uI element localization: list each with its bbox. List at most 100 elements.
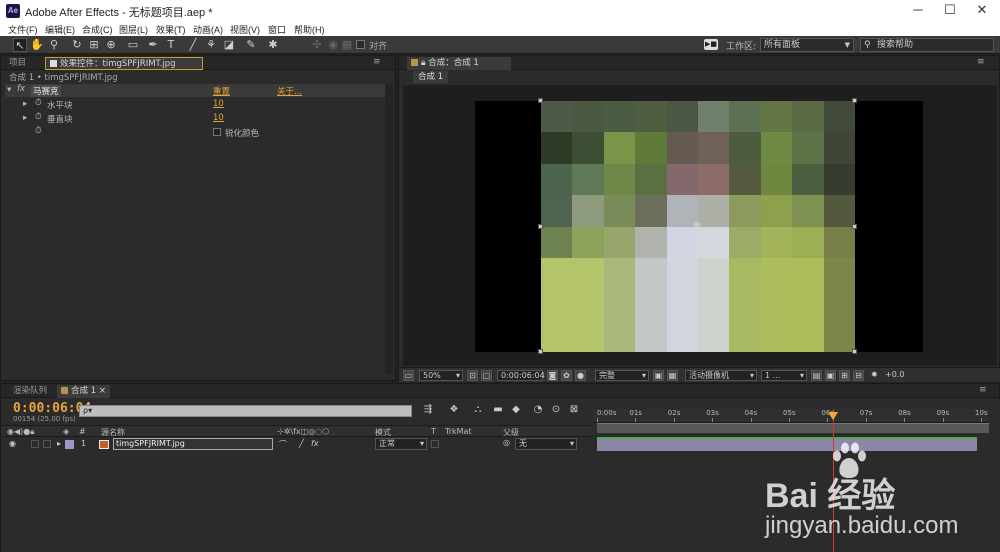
axis-local-icon[interactable]: ✣ [310, 38, 324, 52]
frame-blending-icon[interactable]: ▬ [491, 404, 505, 416]
quality-switch-icon[interactable]: ╱ [299, 439, 304, 448]
effect-switch[interactable]: fx [311, 439, 319, 448]
about-link[interactable]: 关于... [277, 85, 302, 97]
region-of-interest-icon[interactable]: ▣ [653, 370, 664, 381]
brainstorm-icon[interactable]: ⊙ [549, 404, 563, 416]
comp-name-chip[interactable]: 合成 1 [413, 71, 449, 83]
zoom-select[interactable]: 50% ▾ [419, 370, 463, 381]
stopwatch-icon[interactable]: ⏱ [35, 98, 42, 108]
rectangle-tool-icon[interactable]: ▭ [126, 38, 140, 52]
timeline-icon[interactable]: ⊞ [839, 370, 850, 381]
parent-select[interactable]: 无 ▾ [515, 438, 577, 450]
exposure-value[interactable]: +0.0 [885, 370, 904, 381]
label-color-swatch[interactable] [65, 440, 74, 449]
tab-render-queue[interactable]: 渲染队列 [9, 385, 51, 398]
close-tab-icon[interactable]: × [99, 386, 106, 396]
tab-effect-controls[interactable]: 效果控件：timgSPFJRIMT.jpg [45, 57, 203, 70]
views-select[interactable]: 1 ... ▾ [761, 370, 807, 381]
roto-brush-tool-icon[interactable]: ✎ [244, 38, 258, 52]
panel-menu-icon[interactable]: ≡ [977, 57, 985, 67]
eraser-tool-icon[interactable]: ◪ [222, 38, 236, 52]
prop-value[interactable]: 10 [213, 113, 224, 123]
minimize-button[interactable]: ─ [904, 1, 932, 21]
reset-link[interactable]: 重置 [213, 85, 230, 97]
stopwatch-icon[interactable]: ⏱ [35, 126, 42, 136]
snap-checkbox[interactable] [356, 40, 365, 49]
camera-tool-icon[interactable]: ⊞ [87, 38, 101, 52]
menu-layer[interactable]: 图层(L) [119, 23, 148, 36]
motion-blur-icon[interactable]: ◆ [509, 404, 523, 416]
fx-badge[interactable]: fx [17, 84, 25, 94]
axis-view-icon[interactable]: ▦ [340, 38, 354, 52]
menu-effect[interactable]: 效果(T) [156, 23, 186, 36]
show-snapshot-icon[interactable]: ✿ [561, 370, 572, 381]
audio-toggle[interactable] [31, 440, 39, 448]
fast-previews-icon[interactable]: ▣ [825, 370, 836, 381]
rotation-tool-icon[interactable]: ↻ [70, 38, 84, 52]
toggle-pixel-aspect-icon[interactable]: ▤ [811, 370, 822, 381]
transform-handle[interactable] [538, 98, 543, 103]
collapse-arrow-icon[interactable]: ▾ [7, 85, 11, 95]
pick-whip-icon[interactable]: ◎ [503, 438, 510, 447]
effect-panel-scrollbar[interactable] [385, 84, 393, 374]
maximize-button[interactable]: ☐ [936, 1, 964, 21]
preserve-transparency-toggle[interactable] [431, 440, 439, 448]
exposure-icon[interactable]: ✹ [871, 370, 878, 381]
expand-arrow-icon[interactable]: ▸ [23, 99, 27, 109]
color-channel-icon[interactable]: ● [575, 370, 586, 381]
menu-edit[interactable]: 编辑(E) [45, 23, 75, 36]
layer-row[interactable]: ◉ ▸ 1 timgSPFJRIMT.jpg ⌒ ╱ fx 正常 ▾ ◎ 无 ▾ [1, 438, 593, 451]
graph-editor-icon[interactable]: ◔ [531, 404, 545, 416]
anchor-point-icon[interactable]: ⊕ [693, 221, 701, 231]
brush-tool-icon[interactable]: ╱ [186, 38, 200, 52]
transform-handle[interactable] [538, 224, 543, 229]
time-ruler[interactable]: 0:00s 01s 02s 03s 04s 05s 06s 07s 08s 09s 10s [593, 409, 989, 423]
axis-world-icon[interactable]: ◉ [326, 38, 340, 52]
hide-shy-layers-icon[interactable]: ⛬ [471, 404, 485, 416]
selection-tool-icon[interactable]: ↖ [13, 38, 27, 52]
work-area-bar[interactable] [597, 423, 989, 433]
menu-animation[interactable]: 动画(A) [193, 23, 223, 36]
column-source-name[interactable]: 源名称 [101, 427, 125, 438]
prop-value[interactable]: 10 [213, 99, 224, 109]
transform-handle[interactable] [852, 98, 857, 103]
tab-project[interactable]: 项目 [5, 57, 30, 70]
transform-handle[interactable] [852, 349, 857, 354]
eye-icon[interactable]: ◉ [9, 439, 16, 448]
safe-margins-icon[interactable]: ⊡ [467, 370, 478, 381]
layer-search-input[interactable]: ρ▾ [79, 405, 412, 417]
comp-mini-flowchart-icon[interactable]: ⇶ [421, 404, 435, 416]
stopwatch-icon[interactable]: ⏱ [35, 112, 42, 122]
draft-3d-icon[interactable]: ❖ [447, 404, 461, 416]
zoom-tool-icon[interactable]: ⚲ [47, 38, 61, 52]
layer-name-field[interactable]: timgSPFJRIMT.jpg [113, 438, 273, 450]
close-button[interactable]: ✕ [968, 1, 996, 21]
clone-stamp-tool-icon[interactable]: ⚘ [204, 38, 218, 52]
panel-menu-icon[interactable]: ≡ [373, 57, 381, 67]
graph-icon[interactable]: ⊠ [567, 404, 581, 416]
menu-view[interactable]: 视图(V) [230, 23, 260, 36]
menu-file[interactable]: 文件(F) [8, 23, 38, 36]
camera-select[interactable]: 活动摄像机 ▾ [685, 370, 757, 381]
tab-composition[interactable]: 🔒︎ 合成：合成 1 [407, 57, 511, 70]
snapshot-camera-icon[interactable]: ◙ [547, 370, 558, 381]
hand-tool-icon[interactable]: ✋ [30, 38, 44, 52]
mask-visibility-icon[interactable]: ▢ [481, 370, 492, 381]
expand-arrow-icon[interactable]: ▸ [57, 439, 61, 448]
flowchart-icon[interactable]: ⊟ [853, 370, 864, 381]
puppet-pin-tool-icon[interactable]: ✱ [266, 38, 280, 52]
menu-help[interactable]: 帮助(H) [294, 23, 325, 36]
panel-menu-icon[interactable]: ≡ [979, 385, 987, 395]
transform-handle[interactable] [538, 349, 543, 354]
shy-switch-icon[interactable]: ⌒ [279, 439, 287, 450]
effect-row-mosaic[interactable]: ▾ fx 马赛克 重置 关于... [5, 84, 385, 97]
menu-window[interactable]: 窗口 [268, 23, 286, 36]
expand-arrow-icon[interactable]: ▸ [23, 113, 27, 123]
current-time-field[interactable]: 0:00:06:04 [497, 370, 545, 381]
workspace-select[interactable]: 所有面板 ▼ [760, 38, 854, 52]
text-tool-icon[interactable]: T [164, 38, 178, 52]
menu-composition[interactable]: 合成(C) [82, 23, 113, 36]
tab-composition-1[interactable]: 合成 1 × [57, 385, 110, 398]
solo-toggle[interactable] [43, 440, 51, 448]
sharpen-checkbox[interactable] [213, 128, 221, 138]
